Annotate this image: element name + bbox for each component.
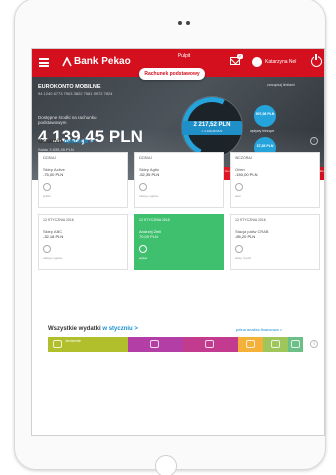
limits-link[interactable]: zarządzaj limitami xyxy=(267,83,295,87)
income-label: wpływy bieżące xyxy=(250,129,275,133)
operation-card[interactable]: DZISIAJ Sklep Active -75,00 PLN jedzie xyxy=(38,152,128,208)
card-icon xyxy=(205,340,214,348)
account-selector-button[interactable]: Rachunek podstawowy xyxy=(139,68,205,80)
balance-label: Dostępne środki na rachunku podstawowym xyxy=(38,115,97,125)
operation-card[interactable]: 12 STYCZNIA 2016 Andrzej Zieli 70,00 PLN… xyxy=(134,214,224,270)
gift-icon xyxy=(271,340,280,348)
category-icon xyxy=(235,183,243,191)
card-category: zakupy ogólne xyxy=(139,194,159,198)
card-amount: -52,35 PLN xyxy=(139,172,160,177)
card-amount: -85,20 PLN xyxy=(235,234,256,239)
account-name: EUROKONTO MOBILNE xyxy=(38,84,101,90)
card-amount: 70,00 PLN xyxy=(139,234,158,239)
card-date: DZISIAJ xyxy=(43,156,57,160)
operation-card[interactable]: 12 STYCZNIA 2016 Stacja paliw CRAB -85,2… xyxy=(230,214,320,270)
operation-card[interactable]: 12 STYCZNIA 2016 Sklep ABC -32,18 PLN za… xyxy=(38,214,128,270)
card-category: auto xyxy=(235,194,241,198)
card-date: DZISIAJ xyxy=(139,156,153,160)
expense-segment[interactable] xyxy=(263,337,288,352)
income-value: 907,08 PLN xyxy=(255,112,275,116)
operations-link[interactable]: operacje > xyxy=(64,139,94,145)
card-amount: -32,18 PLN xyxy=(43,234,64,239)
expense-segment[interactable] xyxy=(183,337,238,352)
segment-value: 921,00 PLN xyxy=(65,353,87,358)
avatar[interactable] xyxy=(252,57,262,67)
expense-segment-food[interactable]: Jedzenie 921,00 PLN xyxy=(48,337,128,358)
brand-name: Bank Pekao xyxy=(74,56,131,67)
food-icon xyxy=(53,340,62,348)
document-icon xyxy=(246,340,255,348)
segment-label: Jedzenie xyxy=(65,338,82,343)
menu-icon[interactable] xyxy=(39,58,49,67)
operations-title-static: Ostatnie xyxy=(38,139,64,145)
operations-title: Ostatnie operacje > xyxy=(38,139,94,145)
user-name[interactable]: Katarzyna Nel xyxy=(265,59,296,65)
card-date: WCZORAJ xyxy=(235,156,253,160)
financial-analysis-link[interactable]: pełna analiza finansowa > xyxy=(236,327,282,332)
home-icon xyxy=(291,340,300,348)
card-icon xyxy=(150,340,159,348)
expense-segment[interactable] xyxy=(288,337,303,352)
logout-power-icon[interactable] xyxy=(311,54,322,67)
expenses-title-static: Wszystkie wydatki xyxy=(48,326,103,332)
expenses-value: 37,35 PLN xyxy=(256,144,274,148)
card-category: zakupy ogólne xyxy=(43,256,63,260)
brand-logo[interactable]: Bank Pekao xyxy=(62,56,131,67)
operation-card[interactable]: DZISIAJ Sklep Agito -52,35 PLN zakupy og… xyxy=(134,152,224,208)
card-amount: -150,00 PLN xyxy=(235,172,258,177)
expenses-info-icon[interactable]: i xyxy=(310,340,318,348)
logo-mark-icon xyxy=(62,56,72,66)
mail-badge: 2 xyxy=(237,54,243,59)
remaining-value: 2 217,52 PLN xyxy=(193,122,231,128)
operation-card[interactable]: WCZORAJ Orlen -150,00 PLN auto xyxy=(230,152,320,208)
remaining-pill: 2 217,52 PLN z 4 139,45 PLN xyxy=(182,121,242,135)
plus-icon xyxy=(139,245,147,253)
operations-info-icon[interactable]: i xyxy=(310,137,318,145)
category-icon xyxy=(139,183,147,191)
category-icon xyxy=(43,245,51,253)
income-circle[interactable]: 907,08 PLN xyxy=(254,105,276,127)
app-screen: Bank Pekao Pulpit 2 Katarzyna Nel Rachun… xyxy=(31,48,325,436)
card-date: 12 STYCZNIA 2016 xyxy=(139,218,170,222)
card-category: wpływ xyxy=(139,256,148,260)
card-date: 12 STYCZNIA 2016 xyxy=(235,218,266,222)
expense-segment[interactable] xyxy=(238,337,263,352)
card-date: 12 STYCZNIA 2016 xyxy=(43,218,74,222)
category-icon xyxy=(43,183,51,191)
expense-segment[interactable] xyxy=(128,337,183,352)
expenses-bar: Jedzenie 921,00 PLN xyxy=(48,337,303,358)
expenses-month-link[interactable]: w styczniu > xyxy=(102,326,138,332)
home-button[interactable] xyxy=(155,455,177,475)
section-label: Pulpit xyxy=(177,53,191,59)
category-icon xyxy=(235,245,243,253)
remaining-of: z 4 139,45 PLN xyxy=(201,129,223,133)
expenses-title: Wszystkie wydatki w styczniu > xyxy=(48,326,138,332)
card-category: jedzie xyxy=(43,194,51,198)
camera-dots xyxy=(178,21,190,25)
account-number: 94 1240 6773 7903 3822 7581 9972 7824 xyxy=(38,91,113,96)
card-category: sklep czyści xyxy=(235,256,252,260)
card-amount: -75,00 PLN xyxy=(43,172,64,177)
